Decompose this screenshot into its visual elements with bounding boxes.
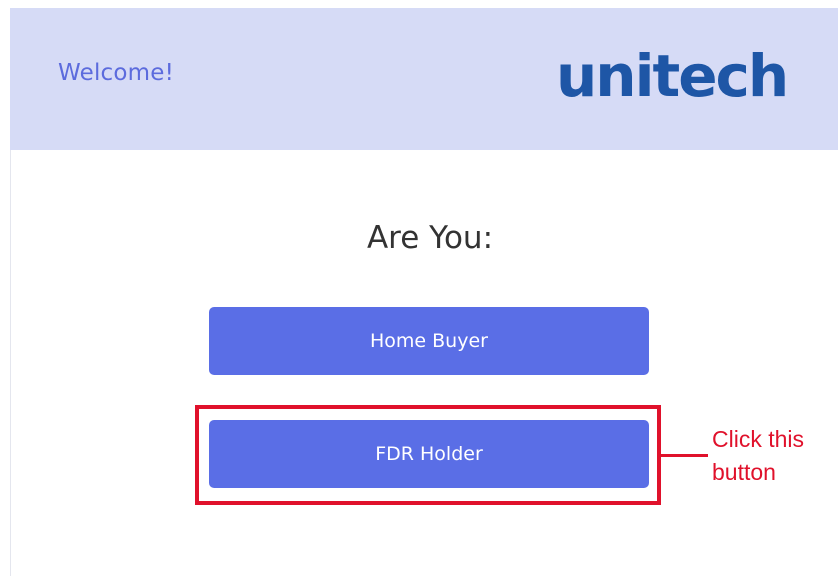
annotation-highlight-box xyxy=(195,405,661,505)
content-border xyxy=(10,150,11,576)
page: Welcome! unitech Are You: Home Buyer FDR… xyxy=(0,0,838,576)
unitech-logo: unitech xyxy=(556,42,789,110)
home-buyer-button[interactable]: Home Buyer xyxy=(209,307,649,375)
are-you-heading: Are You: xyxy=(366,220,494,256)
annotation-callout-text: Click this button xyxy=(712,426,805,485)
welcome-text: Welcome! xyxy=(58,60,175,86)
annotation-connector-line xyxy=(657,454,708,457)
header-banner: Welcome! unitech xyxy=(10,8,838,150)
